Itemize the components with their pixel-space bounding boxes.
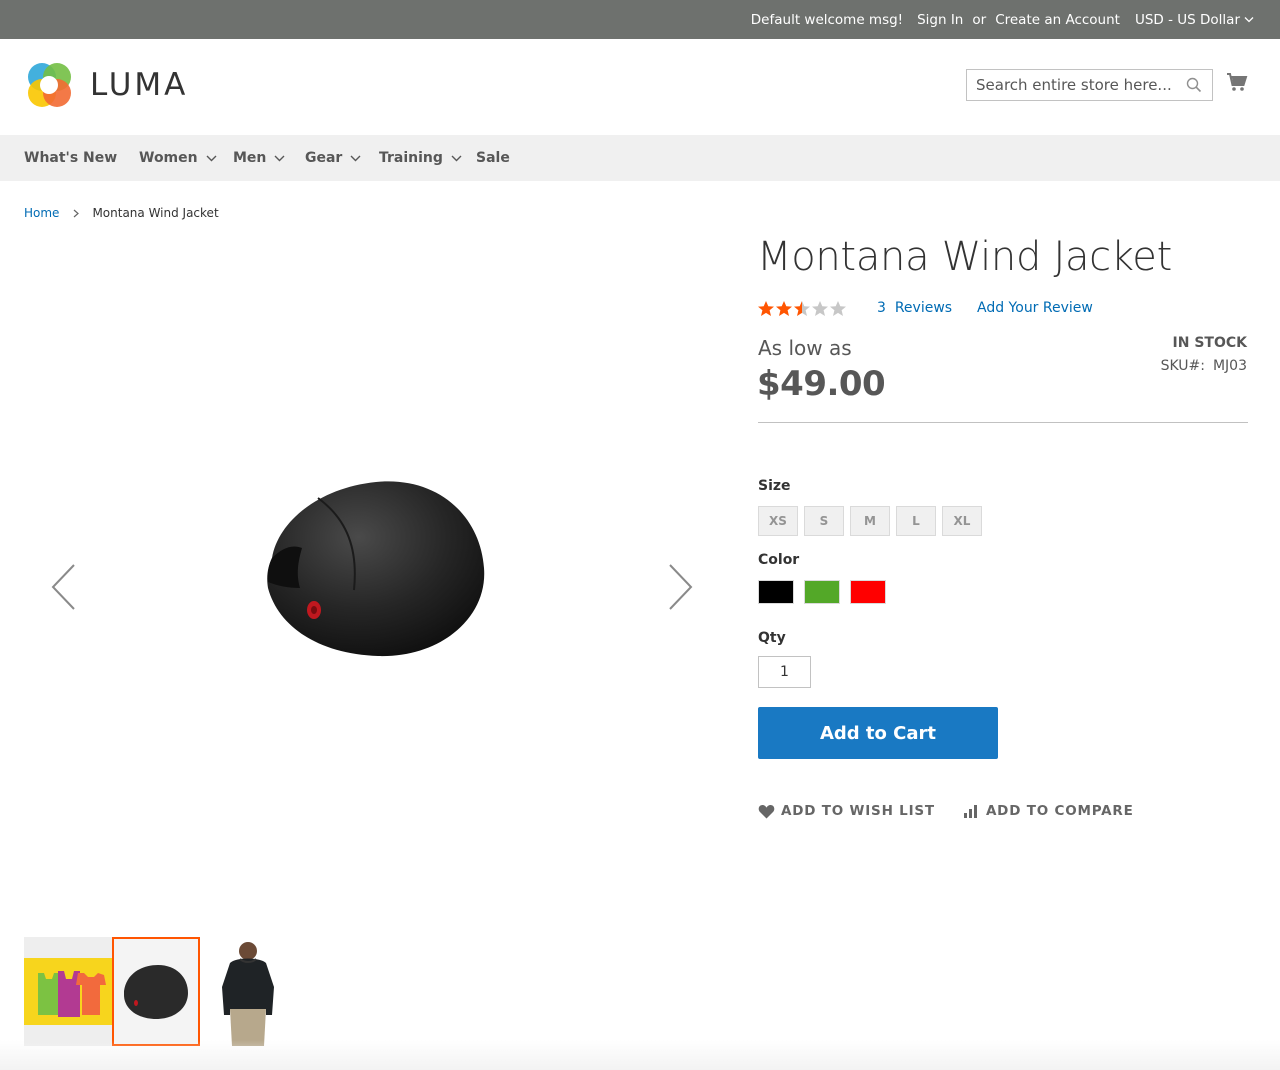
sku: SKU#: MJ03 [1161, 358, 1247, 374]
color-options [758, 580, 896, 604]
nav-item-whats-new[interactable]: What's New [24, 135, 117, 181]
nav-item-gear[interactable]: Gear [305, 135, 361, 181]
compare-label: ADD TO COMPARE [985, 803, 1134, 819]
sign-in-link[interactable]: Sign In [917, 12, 963, 28]
reviews-count: 3 [877, 300, 886, 316]
welcome-message: Default welcome msg! [750, 11, 904, 28]
chevron-down-icon [274, 155, 285, 161]
divider [758, 422, 1248, 423]
thumbnail-active[interactable] [112, 937, 200, 1046]
product-actions: ADD TO WISH LIST ADD TO COMPARE [758, 803, 1134, 819]
add-review-link[interactable]: Add Your Review [977, 300, 1093, 316]
chevron-down-icon [350, 155, 361, 161]
nav-item-training[interactable]: Training [379, 135, 462, 181]
nav-item-sale[interactable]: Sale [476, 135, 510, 181]
nav-item-label: What's New [24, 150, 118, 166]
breadcrumb: Home Montana Wind Jacket [24, 206, 219, 220]
reviews-label: Reviews [894, 300, 953, 316]
thumbnail-strip [24, 937, 288, 1046]
tank-tops-thumbnail-image [24, 958, 112, 1025]
nav-item-label: Gear [305, 150, 343, 166]
nav-item-women[interactable]: Women [139, 135, 217, 181]
thumbnail[interactable] [24, 937, 112, 1046]
stock-status: IN STOCK [1172, 335, 1247, 351]
star-icon [776, 301, 792, 316]
page-bottom-shadow [0, 1040, 1280, 1070]
color-swatch-green[interactable] [804, 580, 840, 604]
breadcrumb-current: Montana Wind Jacket [92, 206, 219, 220]
currency-switcher[interactable]: USD - US Dollar [1135, 12, 1254, 28]
luma-logo-icon [28, 63, 71, 107]
store-logo[interactable]: LUMA [24, 60, 188, 110]
nav-item-men[interactable]: Men [233, 135, 285, 181]
ball-thumbnail-image [124, 965, 188, 1019]
search-input[interactable] [967, 70, 1177, 100]
chevron-right-icon[interactable] [664, 562, 696, 612]
size-option-l[interactable]: L [896, 506, 936, 536]
heart-icon [758, 804, 775, 818]
size-option-s[interactable]: S [804, 506, 844, 536]
size-option-xl[interactable]: XL [942, 506, 982, 536]
jacket-thumbnail-image [222, 942, 274, 1046]
main-navigation: What's New Women Men Gear Training Sale [0, 135, 1280, 181]
or-text: or [972, 11, 987, 28]
bar-chart-icon [963, 805, 977, 818]
search-box[interactable] [966, 69, 1213, 101]
nav-item-label: Men [233, 150, 267, 166]
chevron-down-icon [206, 155, 217, 161]
search-icon[interactable] [1186, 77, 1202, 93]
breadcrumb-home-link[interactable]: Home [24, 206, 59, 220]
color-label: Color [758, 552, 800, 568]
nav-item-label: Sale [476, 150, 510, 166]
thumbnail[interactable] [200, 937, 288, 1046]
color-swatch-red[interactable] [850, 580, 886, 604]
chevron-down-icon [1244, 17, 1254, 23]
currency-label: USD - US Dollar [1134, 11, 1240, 28]
star-icon [758, 301, 774, 316]
chevron-left-icon[interactable] [48, 562, 80, 612]
chevron-right-icon [74, 209, 80, 217]
size-options: XS S M L XL [758, 506, 988, 536]
logo-text: LUMA [90, 67, 189, 103]
size-option-xs[interactable]: XS [758, 506, 798, 536]
rating-stars [757, 300, 847, 317]
star-empty-icon [830, 301, 846, 316]
top-bar: Default welcome msg! Sign In or Create a… [0, 0, 1280, 39]
main-product-image [267, 481, 485, 657]
nav-item-label: Training [379, 150, 443, 166]
nav-item-label: Women [139, 150, 198, 166]
size-option-m[interactable]: M [850, 506, 890, 536]
product-title: Montana Wind Jacket [757, 234, 1172, 280]
qty-input[interactable] [758, 656, 811, 688]
product-price: $49.00 [757, 364, 886, 404]
size-label: Size [758, 478, 791, 494]
add-to-cart-button[interactable]: Add to Cart [758, 707, 998, 759]
cart-icon[interactable] [1226, 72, 1248, 94]
star-empty-icon [812, 301, 828, 316]
star-half-icon [794, 301, 810, 316]
price-prefix: As low as [758, 336, 852, 360]
color-swatch-black[interactable] [758, 580, 794, 604]
sku-value: MJ03 [1212, 358, 1247, 374]
top-bar-links: Default welcome msg! Sign In or Create a… [751, 0, 1254, 39]
reviews-link[interactable]: 3 Reviews [877, 300, 952, 316]
add-to-compare-link[interactable]: ADD TO COMPARE [963, 803, 1134, 819]
add-to-wishlist-link[interactable]: ADD TO WISH LIST [758, 803, 935, 819]
chevron-down-icon [451, 155, 462, 161]
wishlist-label: ADD TO WISH LIST [781, 803, 935, 819]
sku-label: SKU#: [1160, 358, 1205, 374]
qty-label: Qty [758, 630, 786, 646]
create-account-link[interactable]: Create an Account [995, 12, 1120, 28]
